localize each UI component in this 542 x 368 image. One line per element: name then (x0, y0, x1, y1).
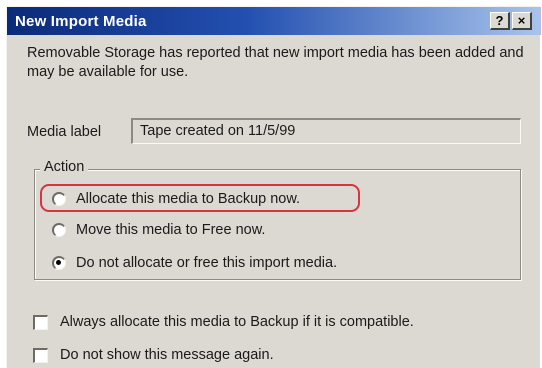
radio-button[interactable] (52, 223, 66, 237)
info-message: Removable Storage has reported that new … (27, 45, 524, 80)
checkbox-label: Do not show this message again. (60, 347, 274, 363)
radio-allocate-backup[interactable]: Allocate this media to Backup now. (52, 191, 300, 207)
help-button[interactable]: ? (490, 12, 510, 30)
checkbox-always-allocate[interactable]: Always allocate this media to Backup if … (33, 314, 414, 330)
radio-button[interactable] (52, 192, 66, 206)
checkbox-box[interactable] (33, 347, 48, 363)
checkbox-do-not-show[interactable]: Do not show this message again. (33, 347, 274, 363)
checkbox-box[interactable] (33, 314, 48, 330)
radio-label: Allocate this media to Backup now. (76, 191, 301, 207)
action-group-label: Action (40, 159, 89, 175)
close-icon: × (517, 13, 526, 28)
radio-label: Do not allocate or free this import medi… (76, 255, 338, 271)
media-label-field[interactable]: Tape created on 11/5/99 (131, 118, 521, 144)
title-bar[interactable]: New Import Media ? × (7, 7, 541, 35)
media-label-caption: Media label (27, 124, 102, 140)
radio-button[interactable] (52, 256, 66, 270)
checkbox-label: Always allocate this media to Backup if … (60, 314, 414, 330)
dialog-title: New Import Media (15, 13, 147, 30)
radio-selected-dot (56, 260, 61, 265)
close-button[interactable]: × (512, 12, 532, 30)
help-icon: ? (495, 13, 504, 28)
radio-do-not-allocate[interactable]: Do not allocate or free this import medi… (52, 255, 337, 271)
radio-move-free[interactable]: Move this media to Free now. (52, 222, 265, 238)
radio-label: Move this media to Free now. (76, 222, 266, 238)
